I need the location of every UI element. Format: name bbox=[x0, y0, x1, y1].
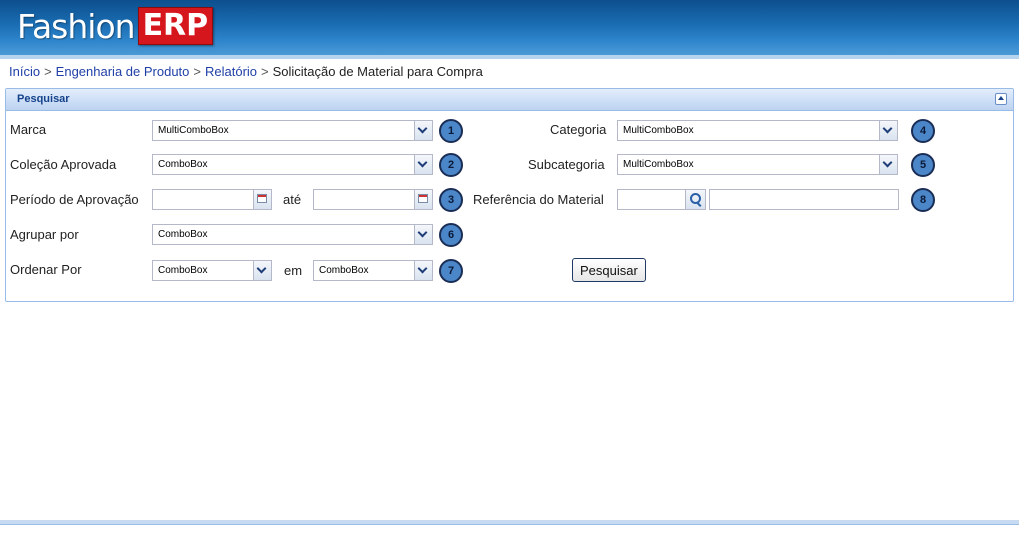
subcategoria-combo[interactable]: MultiComboBox bbox=[617, 154, 898, 175]
chevron-down-icon[interactable] bbox=[414, 121, 432, 140]
callout-badge-4: 4 bbox=[911, 119, 935, 143]
callout-badge-8: 8 bbox=[911, 188, 935, 212]
agrupar-combo-value: ComboBox bbox=[158, 229, 208, 240]
calendar-trigger[interactable] bbox=[414, 190, 432, 209]
categoria-label: Categoria bbox=[550, 122, 607, 137]
referencia-description-input[interactable] bbox=[709, 189, 899, 210]
subcategoria-label: Subcategoria bbox=[528, 157, 605, 172]
breadcrumb-link-engenharia[interactable]: Engenharia de Produto bbox=[56, 64, 190, 79]
footer-divider bbox=[0, 524, 1019, 525]
referencia-code-input[interactable] bbox=[617, 189, 706, 210]
chevron-down-icon[interactable] bbox=[879, 155, 897, 174]
referencia-label: Referência do Material bbox=[473, 192, 604, 207]
breadcrumb: Início > Engenharia de Produto > Relatório > S… bbox=[9, 64, 483, 79]
periodo-to-date[interactable] bbox=[313, 189, 433, 210]
ordenar-combo-value: ComboBox bbox=[158, 265, 208, 276]
logo-word: Fashion bbox=[17, 6, 136, 46]
callout-badge-2: 2 bbox=[439, 153, 463, 177]
callout-badge-6: 6 bbox=[439, 223, 463, 247]
colecao-combo[interactable]: ComboBox bbox=[152, 154, 433, 175]
search-panel-header: Pesquisar bbox=[6, 89, 1013, 111]
ordenar-label: Ordenar Por bbox=[10, 262, 82, 277]
periodo-from-date[interactable] bbox=[152, 189, 272, 210]
calendar-icon bbox=[418, 194, 428, 203]
callout-badge-7: 7 bbox=[439, 259, 463, 283]
agrupar-combo[interactable]: ComboBox bbox=[152, 224, 433, 245]
ordenar-combo[interactable]: ComboBox bbox=[152, 260, 272, 281]
callout-badge-3: 3 bbox=[439, 188, 463, 212]
calendar-trigger[interactable] bbox=[253, 190, 271, 209]
app-header: Fashion ERP bbox=[0, 0, 1019, 55]
callout-badge-1: 1 bbox=[439, 119, 463, 143]
calendar-icon bbox=[257, 194, 267, 203]
periodo-label: Período de Aprovação bbox=[10, 192, 139, 207]
marca-combo[interactable]: MultiComboBox bbox=[152, 120, 433, 141]
collapse-icon[interactable] bbox=[995, 93, 1007, 105]
breadcrumb-current: Solicitação de Material para Compra bbox=[272, 64, 483, 79]
agrupar-label: Agrupar por bbox=[10, 227, 79, 242]
categoria-combo[interactable]: MultiComboBox bbox=[617, 120, 898, 141]
marca-combo-value: MultiComboBox bbox=[158, 125, 229, 136]
breadcrumb-link-inicio[interactable]: Início bbox=[9, 64, 40, 79]
chevron-down-icon[interactable] bbox=[414, 225, 432, 244]
colecao-combo-value: ComboBox bbox=[158, 159, 208, 170]
categoria-combo-value: MultiComboBox bbox=[623, 125, 694, 136]
marca-label: Marca bbox=[10, 122, 47, 137]
search-trigger[interactable] bbox=[685, 190, 705, 209]
search-panel-title: Pesquisar bbox=[17, 93, 70, 105]
chevron-down-icon[interactable] bbox=[879, 121, 897, 140]
logo-badge: ERP bbox=[137, 7, 214, 45]
breadcrumb-separator: > bbox=[261, 64, 269, 79]
chevron-down-icon[interactable] bbox=[414, 261, 432, 280]
callout-badge-5: 5 bbox=[911, 153, 935, 177]
chevron-down-icon[interactable] bbox=[253, 261, 271, 280]
pesquisar-button[interactable]: Pesquisar bbox=[572, 258, 646, 282]
ordenar-direction-combo[interactable]: ComboBox bbox=[313, 260, 433, 281]
periodo-ate-label: até bbox=[283, 192, 302, 207]
subcategoria-combo-value: MultiComboBox bbox=[623, 159, 694, 170]
chevron-down-icon[interactable] bbox=[414, 155, 432, 174]
search-icon bbox=[690, 193, 701, 204]
colecao-label: Coleção Aprovada bbox=[10, 157, 117, 172]
breadcrumb-separator: > bbox=[193, 64, 201, 79]
ordenar-direction-value: ComboBox bbox=[319, 265, 369, 276]
breadcrumb-separator: > bbox=[44, 64, 52, 79]
breadcrumb-link-relatorio[interactable]: Relatório bbox=[205, 64, 257, 79]
ordenar-em-label: em bbox=[284, 263, 303, 278]
header-divider bbox=[0, 55, 1019, 59]
app-logo: Fashion ERP bbox=[17, 6, 214, 46]
